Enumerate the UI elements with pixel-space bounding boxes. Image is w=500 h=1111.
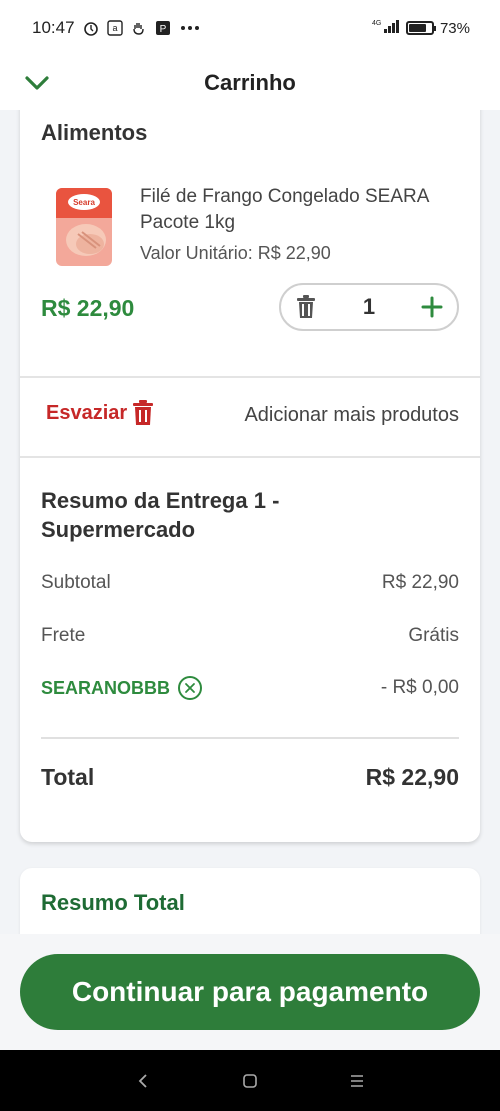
unit-price: Valor Unitário: R$ 22,90 <box>140 243 331 263</box>
recents-nav-button[interactable] <box>337 1061 377 1101</box>
app-header: Carrinho <box>0 56 500 110</box>
trash-icon <box>133 400 154 425</box>
section-title: Alimentos <box>41 120 148 145</box>
system-nav-bar <box>0 1050 500 1111</box>
remove-item-button[interactable] <box>281 285 331 329</box>
add-more-products-link[interactable]: Adicionar mais produtos <box>244 404 459 427</box>
chevron-down-icon <box>25 76 49 90</box>
collapse-button[interactable] <box>20 66 54 100</box>
battery-icon <box>405 21 436 35</box>
close-icon <box>185 683 195 693</box>
svg-text:P: P <box>159 24 166 35</box>
page-title: Carrinho <box>204 70 296 95</box>
total-row: Total R$ 22,90 <box>41 764 459 791</box>
empty-cart-button[interactable]: Esvaziar <box>46 400 154 426</box>
product-name[interactable]: Filé de Frango Congelado SEARA Pacote 1k… <box>140 184 440 236</box>
quantity-stepper: 1 <box>279 283 459 331</box>
cta-area: Continuar para pagamento <box>0 934 500 1050</box>
remove-coupon-button[interactable] <box>178 676 203 700</box>
status-time: 10:47 <box>32 18 75 37</box>
product-image[interactable]: Seara <box>56 188 112 266</box>
total-summary-title: Resumo Total <box>41 890 185 915</box>
continue-to-payment-button[interactable]: Continuar para pagamento <box>20 954 480 1030</box>
back-nav-button[interactable] <box>123 1061 163 1101</box>
status-bar: 10:47 a P 4G 73% <box>0 0 500 56</box>
coupon-row: SEARANOBBB - R$ 0,00 <box>41 676 459 700</box>
back-arrow-icon <box>139 1073 147 1088</box>
coupon-code: SEARANOBBB <box>41 677 171 698</box>
increase-quantity-button[interactable] <box>407 285 457 329</box>
trash-icon <box>297 295 315 318</box>
svg-text:a: a <box>112 23 117 33</box>
signal-icon: 4G <box>372 18 400 38</box>
plus-icon <box>421 296 443 318</box>
product-price: R$ 22,90 <box>41 295 135 321</box>
cart-card: Alimentos Seara Filé de Frango Congelado… <box>20 110 480 842</box>
home-icon <box>243 1073 257 1088</box>
svg-text:4G: 4G <box>372 20 381 27</box>
divider <box>20 376 480 378</box>
empty-cart-label: Esvaziar <box>46 401 128 424</box>
quantity-value: 1 <box>362 294 376 319</box>
cart-scroll-area[interactable]: Alimentos Seara Filé de Frango Congelado… <box>0 110 500 934</box>
shipping-row: Frete Grátis <box>41 625 459 647</box>
product-image-label: Seara <box>73 198 95 207</box>
total-value: R$ 22,90 <box>365 764 459 790</box>
alarm-icon <box>83 20 99 36</box>
shipping-label: Frete <box>41 625 86 646</box>
home-nav-button[interactable] <box>230 1061 270 1101</box>
total-summary-card: Resumo Total <box>20 868 480 934</box>
p-app-icon: P <box>155 20 171 36</box>
subtotal-value: R$ 22,90 <box>381 572 459 593</box>
menu-lines-icon <box>350 1074 363 1087</box>
shipping-value: Grátis <box>408 625 459 646</box>
subtotal-label: Subtotal <box>41 572 111 593</box>
delivery-summary-title: Resumo da Entrega 1 - Supermercado <box>41 488 280 542</box>
divider <box>20 456 480 458</box>
more-dots-icon <box>179 20 201 36</box>
battery-percent: 73% <box>439 19 470 37</box>
coupon-value: - R$ 0,00 <box>380 677 459 698</box>
amazon-icon: a <box>106 20 123 36</box>
hand-icon <box>131 20 147 36</box>
total-label: Total <box>41 764 95 790</box>
subtotal-row: Subtotal R$ 22,90 <box>41 572 459 594</box>
divider <box>41 737 459 739</box>
